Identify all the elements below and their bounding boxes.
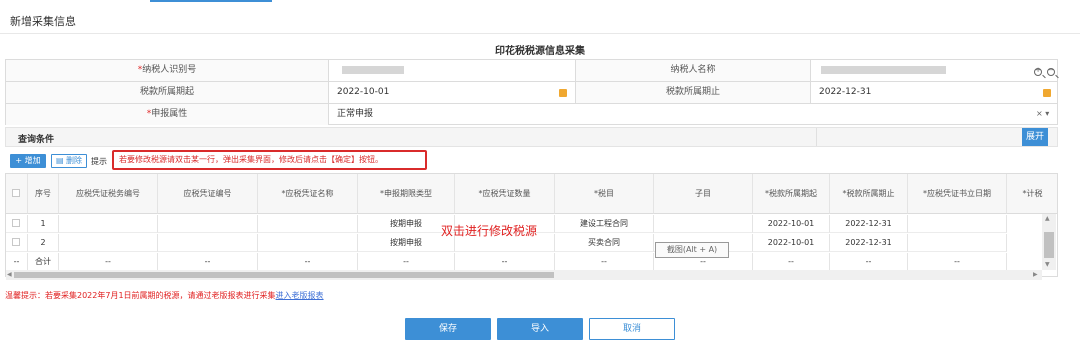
divider [816,128,817,146]
column-header: 应税凭证编号 [158,174,258,214]
table-cell[interactable]: 2022-10-01 [753,215,830,233]
row-checkbox[interactable] [12,219,20,227]
edit-hint-overlay: 双击进行修改税源 [441,224,538,238]
scroll-down-icon[interactable]: ▼ [1045,261,1050,268]
scroll-left-icon[interactable]: ◀ [7,271,12,278]
query-bar [5,127,1058,147]
period-end-field[interactable]: 2022-12-31 [811,82,1057,103]
masked-value [342,65,404,74]
tip-message: 若要修改税源请双击某一行，弹出采集界面，修改后请点击【确定】按钮。 [112,150,427,170]
active-tab-indicator [150,0,272,2]
row-select-cell [6,215,28,233]
calendar-icon[interactable] [1043,89,1051,97]
calendar-icon[interactable] [559,89,567,97]
table-cell[interactable] [158,234,258,252]
zoom-in-icon[interactable]: + [1034,66,1042,76]
select-all-checkbox[interactable] [12,189,20,197]
column-header: *应税凭证名称 [258,174,358,214]
taxpayer-id-label: *纳税人识别号 [6,60,329,81]
column-header: 应税凭证税务编号 [59,174,158,214]
column-header: *应税凭证书立日期 [908,174,1007,214]
column-header: *计税 [1007,174,1057,214]
form-title: 印花税税源信息采集 [495,46,585,57]
total-cell: -- [908,253,1007,271]
table-cell[interactable]: 2022-12-31 [830,215,908,233]
table-cell[interactable]: 1 [28,215,59,233]
total-cell: -- [555,253,654,271]
row-checkbox[interactable] [12,238,20,246]
column-header: 子目 [654,174,753,214]
period-start-label: 税款所属期起 [6,82,329,103]
table-cell[interactable]: 2022-12-31 [830,234,908,252]
query-label: 查询条件 [18,135,55,145]
total-cell: -- [830,253,908,271]
taxpayer-name-label: 纳税人名称 [576,60,811,81]
form-row-period: 税款所属期起 2022-10-01 税款所属期止 2022-12-31 [6,82,1057,104]
column-header: 序号 [28,174,59,214]
collection-form: *纳税人识别号 纳税人名称 + − 税款所属期起 2022-10-01 税款所属… [5,59,1058,125]
column-header: *申报期限类型 [358,174,455,214]
table-cell[interactable] [59,234,158,252]
notice: 温馨提示：若要采集2022年7月1日前属期的税源，请通过老版报表进行采集进入老版… [5,291,324,300]
total-cell: -- [455,253,555,271]
table-cell[interactable] [158,215,258,233]
total-cell: -- [358,253,455,271]
total-cell: -- [258,253,358,271]
cancel-button[interactable]: 取消 [589,318,675,340]
total-label: 合计 [28,253,59,271]
declare-attr-label: *申报属性 [6,104,329,125]
period-end-label: 税款所属期止 [576,82,811,103]
scroll-right-icon[interactable]: ▶ [1033,271,1038,278]
table-cell[interactable]: 2 [28,234,59,252]
vertical-scroll-thumb[interactable] [1044,232,1054,258]
table-cell[interactable]: 建设工程合同 [555,215,654,233]
masked-value [821,65,946,74]
tip-label: 提示 [91,157,107,166]
form-row-taxpayer: *纳税人识别号 纳税人名称 + − [6,60,1057,82]
column-header: *应税凭证数量 [455,174,555,214]
screenshot-tooltip: 截图(Alt + A) [655,242,729,258]
horizontal-scroll-thumb[interactable] [14,272,554,278]
divider [0,33,1080,34]
table-cell[interactable]: 买卖合同 [555,234,654,252]
form-row-declare: *申报属性 正常申报 × ▾ [6,104,1057,126]
table-cell[interactable]: 2022-10-01 [753,234,830,252]
column-header: *税款所属期起 [753,174,830,214]
period-start-field[interactable]: 2022-10-01 [329,82,576,103]
zoom-out-icon[interactable]: − [1047,66,1055,76]
select-all-header [6,174,28,214]
table-cell[interactable] [258,215,358,233]
taxpayer-id-field[interactable] [329,60,576,81]
taxpayer-name-field[interactable] [811,60,1057,81]
total-cell: -- [158,253,258,271]
row-select-cell [6,234,28,252]
column-header: *税目 [555,174,654,214]
scroll-up-icon[interactable]: ▲ [1045,215,1050,222]
page-title: 新增采集信息 [10,15,76,28]
select-clear-icon[interactable]: × ▾ [1036,109,1049,118]
table-cell[interactable] [908,234,1007,252]
table-cell[interactable] [654,215,753,233]
column-header: *税款所属期止 [830,174,908,214]
old-report-link[interactable]: 进入老版报表 [276,291,324,300]
save-button[interactable]: 保存 [405,318,491,340]
total-cell: -- [6,253,28,271]
table-cell[interactable] [59,215,158,233]
declare-attr-select[interactable]: 正常申报 [329,104,1057,125]
expand-button[interactable]: 展开 [1022,128,1048,146]
total-cell: -- [753,253,830,271]
table-cell[interactable] [258,234,358,252]
table-cell[interactable] [908,215,1007,233]
import-button[interactable]: 导入 [497,318,583,340]
total-cell: -- [59,253,158,271]
delete-button[interactable]: ▤ 删除 [51,154,87,168]
add-button[interactable]: + 增加 [10,154,46,168]
